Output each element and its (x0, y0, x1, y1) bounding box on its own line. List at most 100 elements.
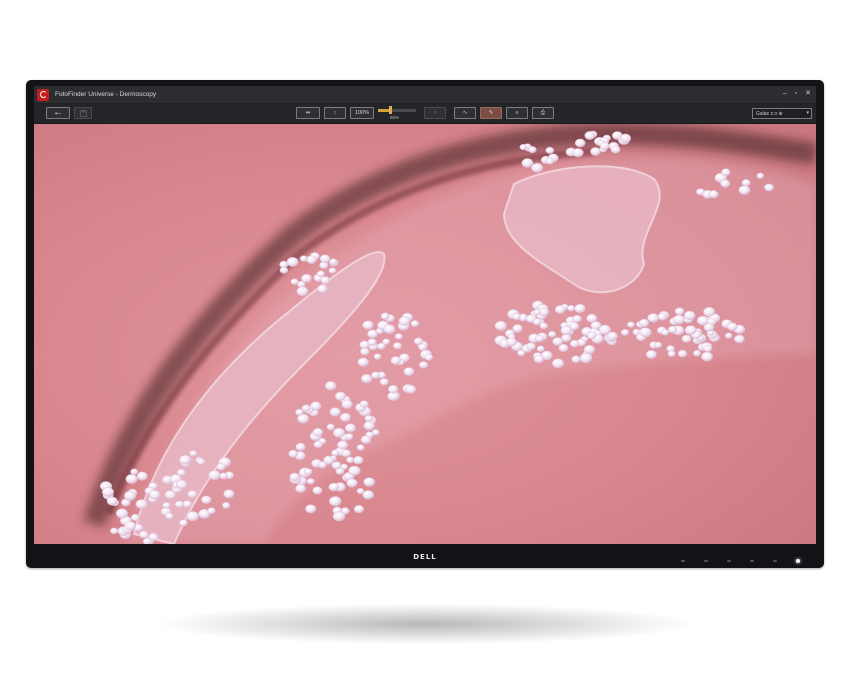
zoom-slider-label: 50% (390, 115, 400, 120)
globule (394, 333, 403, 340)
globule (383, 324, 396, 334)
globule (223, 489, 235, 499)
camera-select[interactable]: Galax z.o ⊕ ▾ (752, 108, 812, 119)
window-controls: – ▫ ✕ (783, 89, 811, 99)
globule (572, 314, 582, 323)
save-button[interactable] (74, 107, 92, 119)
globule (521, 158, 534, 168)
hw-button[interactable] (773, 560, 777, 562)
globule (305, 504, 317, 514)
globule (519, 144, 528, 151)
globule (379, 378, 389, 386)
globule (506, 337, 517, 347)
globule (645, 350, 657, 359)
globule (320, 276, 331, 285)
fit-width-button[interactable]: ⇹ (296, 107, 320, 119)
globule (186, 511, 199, 522)
minimize-button[interactable]: – (783, 89, 787, 99)
restore-button[interactable]: ▫ (795, 89, 797, 99)
globule (175, 479, 188, 489)
globule (693, 349, 701, 357)
globule (413, 337, 423, 345)
globule (606, 331, 618, 341)
graph-button[interactable]: ∿ (454, 107, 476, 119)
globule (554, 305, 566, 314)
globule (367, 329, 378, 339)
globule (124, 521, 137, 531)
globule (724, 332, 733, 339)
globule (201, 495, 212, 504)
globule (328, 482, 340, 492)
globule (677, 349, 688, 358)
zoom-slider[interactable] (378, 106, 416, 114)
power-button[interactable] (796, 559, 800, 563)
globule (574, 303, 586, 314)
globule (189, 450, 198, 457)
globule (316, 270, 325, 278)
globule (627, 321, 635, 328)
globule (344, 433, 354, 441)
globule (390, 356, 401, 365)
image-viewer[interactable] (34, 124, 816, 544)
globule (341, 449, 352, 458)
globule (424, 353, 434, 361)
globule (295, 442, 306, 451)
globule (393, 342, 402, 350)
globule (738, 185, 751, 195)
globule (360, 347, 370, 356)
globule (560, 325, 572, 336)
measure-button[interactable]: ⌗ (424, 107, 446, 119)
globule (403, 367, 415, 376)
globule (377, 342, 386, 350)
hw-button[interactable] (681, 560, 685, 562)
globule (531, 163, 544, 173)
globule (142, 537, 152, 544)
close-button[interactable]: ✕ (805, 89, 811, 99)
globule (357, 357, 369, 367)
stack-button[interactable]: ≡ (506, 107, 528, 119)
back-button[interactable]: ← (46, 107, 70, 119)
globule (590, 147, 601, 156)
globule (346, 456, 355, 464)
globule (331, 449, 340, 457)
globule (312, 428, 324, 437)
toolbar: ← ⇹ ↕ 100% 50% ⌗ ∿ ✎ ≡ ⎙ Galax z.o ⊕ ▾ (34, 104, 816, 124)
globule (130, 468, 139, 475)
hw-button[interactable] (704, 560, 708, 562)
globule (299, 255, 308, 262)
draw-button[interactable]: ✎ (480, 107, 502, 119)
globule (620, 329, 630, 336)
brand-logo: DELL (413, 553, 437, 561)
globule (216, 463, 226, 471)
globule (526, 342, 536, 351)
globule (418, 361, 429, 369)
hw-button[interactable] (727, 560, 731, 562)
zoom-slider-thumb[interactable] (389, 106, 393, 114)
camera-select-value: Galax z.o ⊕ (756, 110, 783, 117)
globule (405, 384, 417, 394)
globule (619, 133, 632, 143)
globule (323, 455, 335, 465)
globule (125, 474, 138, 484)
globule (533, 309, 541, 316)
globule (332, 511, 346, 522)
globule (681, 334, 692, 343)
globule (528, 146, 537, 154)
globule (545, 157, 555, 165)
globule (219, 472, 228, 480)
globule (115, 508, 129, 519)
export-button[interactable]: ⎙ (532, 107, 554, 119)
globule (371, 429, 380, 436)
globule (552, 358, 565, 369)
globule (657, 312, 668, 321)
fit-height-button[interactable]: ↕ (324, 107, 346, 119)
globule (545, 146, 555, 154)
globule (586, 331, 597, 340)
globule (290, 278, 299, 285)
globule (187, 490, 198, 498)
hw-button[interactable] (750, 560, 754, 562)
globule (208, 470, 221, 481)
globule (558, 344, 569, 352)
zoom-value-button[interactable]: 100% (350, 107, 374, 119)
globule (317, 284, 328, 294)
